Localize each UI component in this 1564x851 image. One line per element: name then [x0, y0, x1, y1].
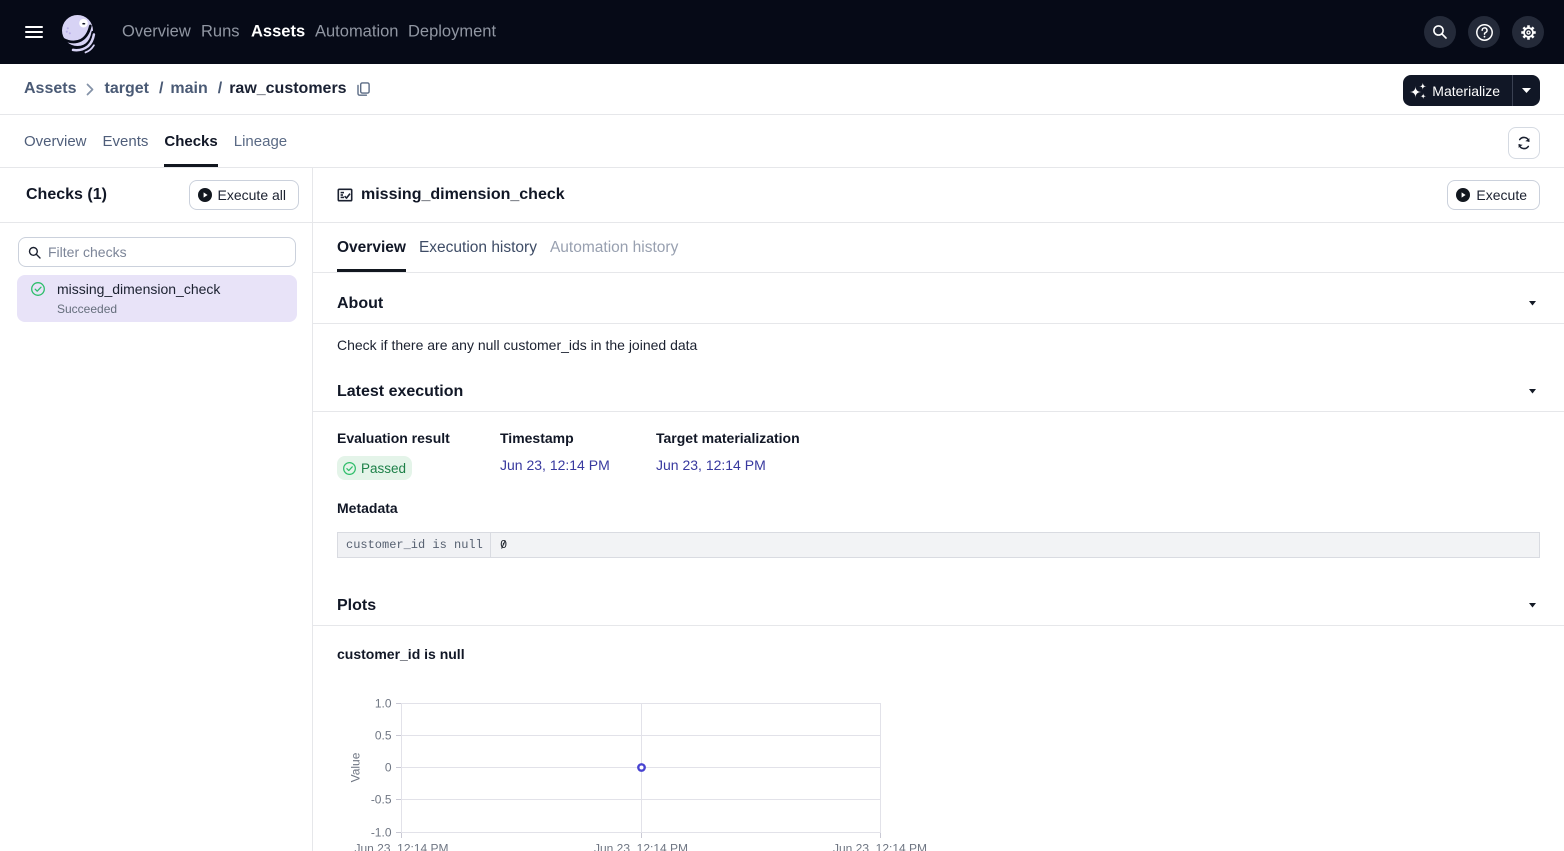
svg-text:-1.0: -1.0 [371, 826, 392, 840]
svg-text:1.0: 1.0 [375, 697, 392, 711]
svg-text:0: 0 [385, 761, 392, 775]
svg-text:Value: Value [349, 752, 363, 782]
svg-text:Jun 23, 12:14 PM: Jun 23, 12:14 PM [354, 842, 448, 851]
svg-text:0.5: 0.5 [375, 729, 392, 743]
svg-text:-0.5: -0.5 [371, 793, 392, 807]
svg-text:Jun 23, 12:14 PM: Jun 23, 12:14 PM [594, 842, 688, 851]
svg-text:Jun 23, 12:14 PM: Jun 23, 12:14 PM [833, 842, 927, 851]
